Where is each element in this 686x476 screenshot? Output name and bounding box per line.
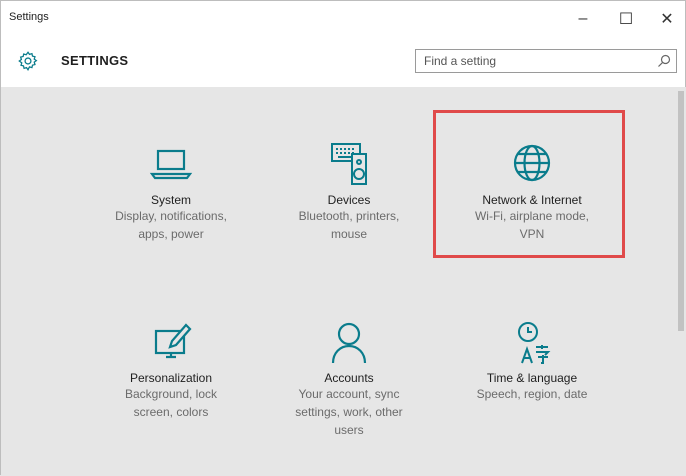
paint-screen-icon bbox=[154, 323, 192, 359]
tile-name: Time & language bbox=[486, 371, 578, 385]
tile-description: Wi-Fi, airplane mode, VPN bbox=[474, 209, 590, 241]
maximize-button[interactable]: ☐ bbox=[606, 1, 646, 37]
keyboard-speaker-icon bbox=[331, 143, 367, 185]
laptop-icon bbox=[149, 149, 193, 180]
tile-name: Accounts bbox=[324, 371, 374, 385]
tile-name: Devices bbox=[327, 193, 371, 207]
tile-description: Your account, sync settings, work, other… bbox=[295, 387, 403, 437]
scrollbar-thumb[interactable] bbox=[678, 91, 684, 331]
tile-description: Bluetooth, printers, mouse bbox=[298, 209, 400, 241]
window-title: Settings bbox=[9, 11, 49, 23]
tile-name: Personalization bbox=[129, 371, 213, 385]
tile-description: Background, lock screen, colors bbox=[124, 387, 218, 419]
globe-icon bbox=[513, 144, 551, 182]
title-bar[interactable]: Settings – ☐ ✕ bbox=[1, 1, 685, 37]
tile-devices[interactable]: Devices Bluetooth, printers, mouse bbox=[269, 141, 429, 243]
tile-description: Display, notifications, apps, power bbox=[115, 209, 227, 241]
tile-name: Network & Internet bbox=[482, 193, 582, 207]
page-title: SETTINGS bbox=[61, 53, 129, 68]
tile-accounts[interactable]: Accounts Your account, sync settings, wo… bbox=[269, 319, 429, 439]
tile-time-language[interactable]: Time & language Speech, region, date bbox=[452, 319, 612, 403]
search-box[interactable] bbox=[415, 49, 677, 73]
tile-name: System bbox=[150, 193, 191, 207]
settings-window: Settings – ☐ ✕ SETTINGS System Display, … bbox=[0, 0, 686, 476]
tile-network-internet[interactable]: Network & Internet Wi-Fi, airplane mode,… bbox=[452, 141, 612, 243]
vertical-scrollbar[interactable] bbox=[676, 87, 686, 476]
search-input[interactable] bbox=[416, 50, 654, 72]
search-icon[interactable] bbox=[656, 53, 672, 69]
tile-description: Speech, region, date bbox=[476, 387, 588, 401]
tile-system[interactable]: System Display, notifications, apps, pow… bbox=[91, 141, 251, 243]
settings-header: SETTINGS bbox=[1, 37, 685, 87]
gear-icon bbox=[18, 51, 38, 71]
person-icon bbox=[331, 322, 367, 364]
clock-language-icon bbox=[518, 322, 551, 364]
minimize-button[interactable]: – bbox=[563, 1, 603, 37]
close-button[interactable]: ✕ bbox=[647, 1, 686, 37]
tile-personalization[interactable]: Personalization Background, lock screen,… bbox=[91, 319, 251, 421]
